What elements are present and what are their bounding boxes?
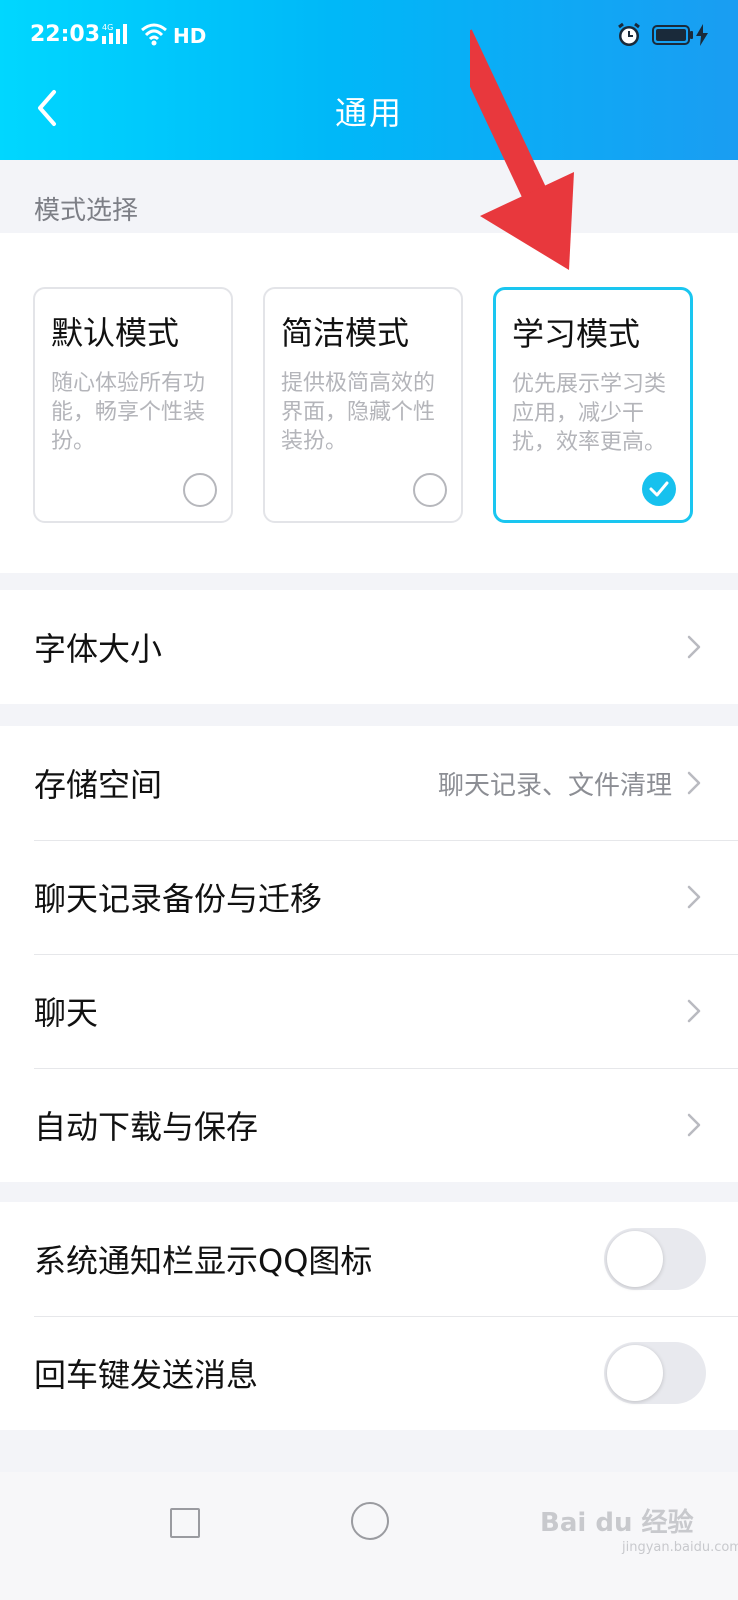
recent-apps-button[interactable]: [170, 1508, 200, 1538]
row-label: 聊天: [34, 994, 99, 1032]
watermark-logo: Bai du 经验: [540, 1508, 694, 1538]
mode-card-desc: 随心体验所有功能，畅享个性装扮。: [51, 371, 206, 454]
system-nav-bar: Bai du 经验 jingyan.baidu.com: [0, 1472, 738, 1600]
network-type: 4G: [102, 23, 113, 32]
chevron-right-icon: [687, 771, 701, 795]
status-time: 22:03: [30, 22, 101, 47]
row-label: 字体大小: [34, 630, 163, 668]
settings-row-auto-download[interactable]: 自动下载与保存: [0, 1068, 738, 1182]
settings-row-chat-backup[interactable]: 聊天记录备份与迁移: [0, 840, 738, 954]
settings-row-notification-icon: 系统通知栏显示QQ图标: [0, 1202, 738, 1316]
alarm-icon: [616, 22, 642, 52]
settings-row-font-size[interactable]: 字体大小: [0, 590, 738, 704]
mode-card-desc: 优先展示学习类应用，减少干扰，效率更高。: [512, 372, 667, 455]
settings-group-display: 字体大小: [0, 590, 738, 704]
section-label-mode: 模式选择: [34, 196, 139, 226]
red-arrow-icon: [470, 29, 574, 270]
mode-card-simple[interactable]: 简洁模式 提供极简高效的界面，隐藏个性装扮。: [263, 287, 463, 523]
checkmark-icon[interactable]: [642, 472, 676, 506]
row-label: 存储空间: [34, 766, 163, 804]
mode-card-title: 学习模式: [512, 315, 641, 353]
chevron-right-icon: [687, 999, 701, 1023]
signal-icon: 4G: [102, 22, 132, 52]
enter-send-toggle[interactable]: [604, 1342, 706, 1404]
settings-group-storage: 存储空间 聊天记录、文件清理 聊天记录备份与迁移 聊天 自动下载与保存: [0, 726, 738, 1182]
page-title: 通用: [334, 94, 403, 132]
settings-row-storage[interactable]: 存储空间 聊天记录、文件清理: [0, 726, 738, 840]
mode-card-default[interactable]: 默认模式 随心体验所有功能，畅享个性装扮。: [33, 287, 233, 523]
notification-icon-toggle[interactable]: [604, 1228, 706, 1290]
radio-unchecked-icon[interactable]: [413, 473, 447, 507]
settings-row-enter-send: 回车键发送消息: [0, 1316, 738, 1430]
radio-unchecked-icon[interactable]: [183, 473, 217, 507]
wifi-icon: [140, 22, 168, 50]
row-label: 系统通知栏显示QQ图标: [34, 1242, 373, 1280]
row-label: 自动下载与保存: [34, 1108, 259, 1146]
settings-group-toggles: 系统通知栏显示QQ图标 回车键发送消息: [0, 1202, 738, 1430]
toggle-knob: [607, 1231, 663, 1287]
app-header: 22:03 4G HD 通用: [0, 0, 738, 160]
row-value: 聊天记录、文件清理: [437, 770, 672, 801]
mode-card-desc: 提供极简高效的界面，隐藏个性装扮。: [281, 371, 436, 454]
status-bar: 22:03 4G HD: [0, 0, 738, 72]
battery-icon: [652, 25, 694, 49]
row-label: 聊天记录备份与迁移: [34, 880, 323, 918]
row-label: 回车键发送消息: [34, 1356, 259, 1394]
toggle-knob: [607, 1345, 663, 1401]
mode-card-title: 简洁模式: [281, 314, 410, 352]
mode-card-study[interactable]: 学习模式 优先展示学习类应用，减少干扰，效率更高。: [493, 287, 693, 523]
hd-indicator: HD: [173, 24, 207, 48]
settings-row-chat[interactable]: 聊天: [0, 954, 738, 1068]
mode-card-title: 默认模式: [51, 314, 180, 352]
chevron-right-icon: [687, 635, 701, 659]
chevron-right-icon: [687, 1113, 701, 1137]
charging-icon: [696, 24, 708, 50]
watermark-url: jingyan.baidu.com: [622, 1540, 738, 1555]
home-button[interactable]: [351, 1502, 389, 1540]
chevron-right-icon: [687, 885, 701, 909]
